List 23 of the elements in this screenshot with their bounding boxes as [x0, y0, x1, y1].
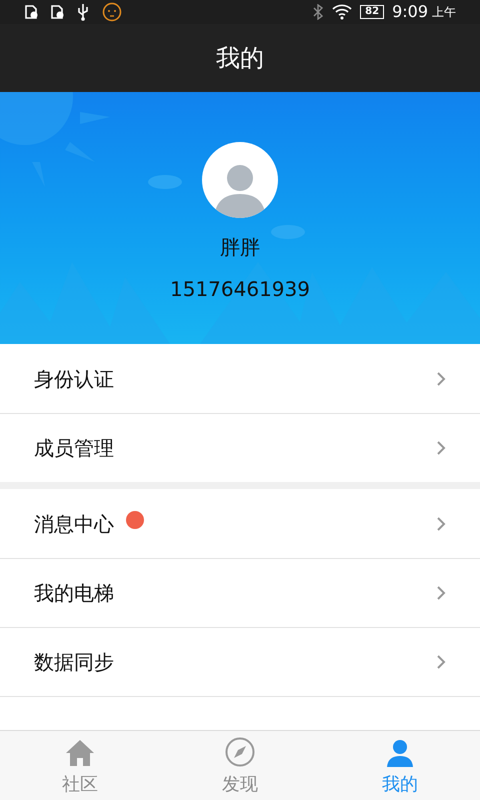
person-icon — [385, 739, 415, 767]
battery-indicator: 82 — [360, 5, 384, 19]
cloud-icon — [148, 175, 182, 189]
phone-number: 15176461939 — [170, 276, 310, 303]
user-name: 胖胖 — [220, 234, 260, 261]
chevron-icon — [436, 440, 446, 456]
usb-icon — [76, 3, 90, 21]
compass-icon — [225, 737, 255, 767]
sim-card-icon — [24, 5, 38, 19]
chevron-icon — [436, 654, 446, 670]
menu-item[interactable] — [0, 696, 480, 730]
chevron-icon — [436, 516, 446, 532]
cloud-icon — [271, 225, 305, 239]
clock-period: 上午 — [432, 4, 456, 21]
wifi-icon — [332, 4, 352, 20]
sim-card-icon — [50, 5, 64, 19]
face-icon — [102, 2, 122, 22]
home-icon — [65, 739, 95, 767]
chevron-icon — [436, 370, 446, 386]
bluetooth-icon — [312, 4, 324, 20]
chevron-icon — [436, 585, 446, 601]
clock-time: 9:09 — [392, 1, 428, 23]
page-title: 我的 — [216, 43, 264, 74]
